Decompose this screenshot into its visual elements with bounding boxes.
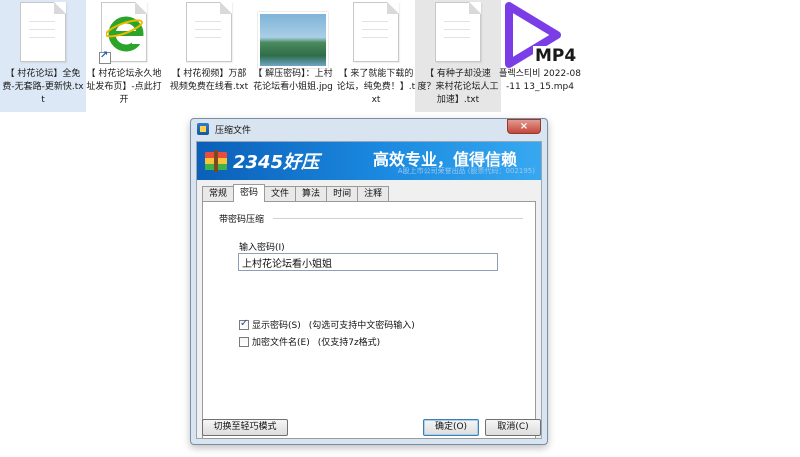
- file-item-cunhua-video-txt[interactable]: 【 村花视频】万部视频免费在线看.txt: [166, 0, 252, 112]
- dialog-body: 2345好压 高效专业，值得信赖 A股上市公司荣誉出品 (股票代码：002195…: [196, 141, 542, 439]
- tab-general[interactable]: 常规: [202, 186, 235, 202]
- ie-shortcut-icon: [99, 2, 149, 64]
- file-label: 【 解压密码】：上村花论坛看小姐姐.jpg: [253, 69, 333, 92]
- dialog-title: 压缩文件: [215, 126, 252, 136]
- file-item-free-download-txt[interactable]: 【 来了就能下载的论坛，纯免费！】.txt: [333, 0, 419, 112]
- show-password-label: 显示密码(S): [252, 321, 301, 331]
- cancel-button[interactable]: 取消(C): [485, 419, 541, 436]
- text-file-icon: [20, 2, 66, 62]
- file-item-flextv-mp4[interactable]: MP4 플렉스티비 2022-08-11 13_15.mp4: [497, 0, 583, 112]
- group-divider: [273, 218, 523, 219]
- tab-algorithm[interactable]: 算法: [295, 186, 328, 202]
- dialog-titlebar[interactable]: 压缩文件 ×: [191, 119, 547, 141]
- show-password-checkbox[interactable]: [239, 318, 249, 330]
- password-input[interactable]: [238, 253, 498, 271]
- switch-mode-button[interactable]: 切换至轻巧模式: [202, 419, 288, 436]
- show-password-hint: (勾选可支持中文密码输入): [308, 321, 415, 331]
- haozip-banner: 2345好压 高效专业，值得信赖 A股上市公司荣誉出品 (股票代码：002195…: [197, 142, 541, 180]
- show-password-row[interactable]: 显示密码(S) (勾选可支持中文密码输入): [239, 318, 415, 331]
- file-label: 【 有种子却没速度？来村花论坛人工加速】.txt: [417, 69, 499, 105]
- compress-dialog: 压缩文件 × 2345好压 高效专业，值得信赖 A股上市公司荣誉出品 (股票代码…: [190, 118, 548, 445]
- mp4-play-icon: MP4: [499, 2, 579, 70]
- file-label: 【 村花论坛】全免费-无套路-更新快.txt: [2, 69, 84, 105]
- mp4-badge: MP4: [535, 46, 577, 66]
- file-label: 【 来了就能下载的论坛，纯免费！】.txt: [336, 69, 416, 105]
- text-file-icon: [353, 2, 399, 62]
- file-label: 【 村花论坛永久地址发布页】-点此打开: [86, 69, 162, 105]
- group-title: 带密码压缩: [217, 212, 267, 225]
- banner-brand: 2345好压: [233, 152, 320, 173]
- encrypt-names-row[interactable]: 加密文件名(E) (仅支持7z格式): [239, 335, 380, 348]
- file-item-cunhua-free-txt[interactable]: 【 村花论坛】全免费-无套路-更新快.txt: [0, 0, 86, 112]
- text-file-icon: [435, 2, 481, 62]
- tab-time[interactable]: 时间: [326, 186, 359, 202]
- file-label: 【 村花视频】万部视频免费在线看.txt: [169, 69, 249, 92]
- tab-strip: 常规 密码 文件 算法 时间 注释: [202, 184, 390, 202]
- file-label: 플렉스티비 2022-08-11 13_15.mp4: [499, 69, 581, 92]
- file-item-torrent-speed-txt[interactable]: 【 有种子却没速度？来村花论坛人工加速】.txt: [415, 0, 501, 112]
- password-tab-panel: 带密码压缩 输入密码(I) 显示密码(S) (勾选可支持中文密码输入) 加密文件…: [202, 201, 536, 439]
- tab-files[interactable]: 文件: [264, 186, 297, 202]
- ok-button[interactable]: 确定(O): [423, 419, 479, 436]
- file-item-cunhua-address-shortcut[interactable]: 【 村花论坛永久地址发布页】-点此打开: [81, 0, 167, 112]
- banner-subtext: A股上市公司荣誉出品 (股票代码：002195): [397, 167, 535, 175]
- tab-password[interactable]: 密码: [233, 184, 266, 202]
- password-label: 输入密码(I): [239, 243, 285, 253]
- tab-comment[interactable]: 注释: [357, 186, 390, 202]
- file-item-unzip-password-jpg[interactable]: 【 解压密码】：上村花论坛看小姐姐.jpg: [250, 0, 336, 112]
- haozip-logo-icon: [205, 150, 227, 172]
- encrypt-names-checkbox[interactable]: [239, 336, 249, 347]
- text-file-icon: [186, 2, 232, 62]
- image-file-icon: [258, 12, 328, 68]
- close-button[interactable]: ×: [507, 119, 541, 134]
- encrypt-names-label: 加密文件名(E): [252, 338, 310, 348]
- encrypt-names-hint: (仅支持7z格式): [317, 338, 381, 348]
- haozip-app-icon: [197, 123, 209, 135]
